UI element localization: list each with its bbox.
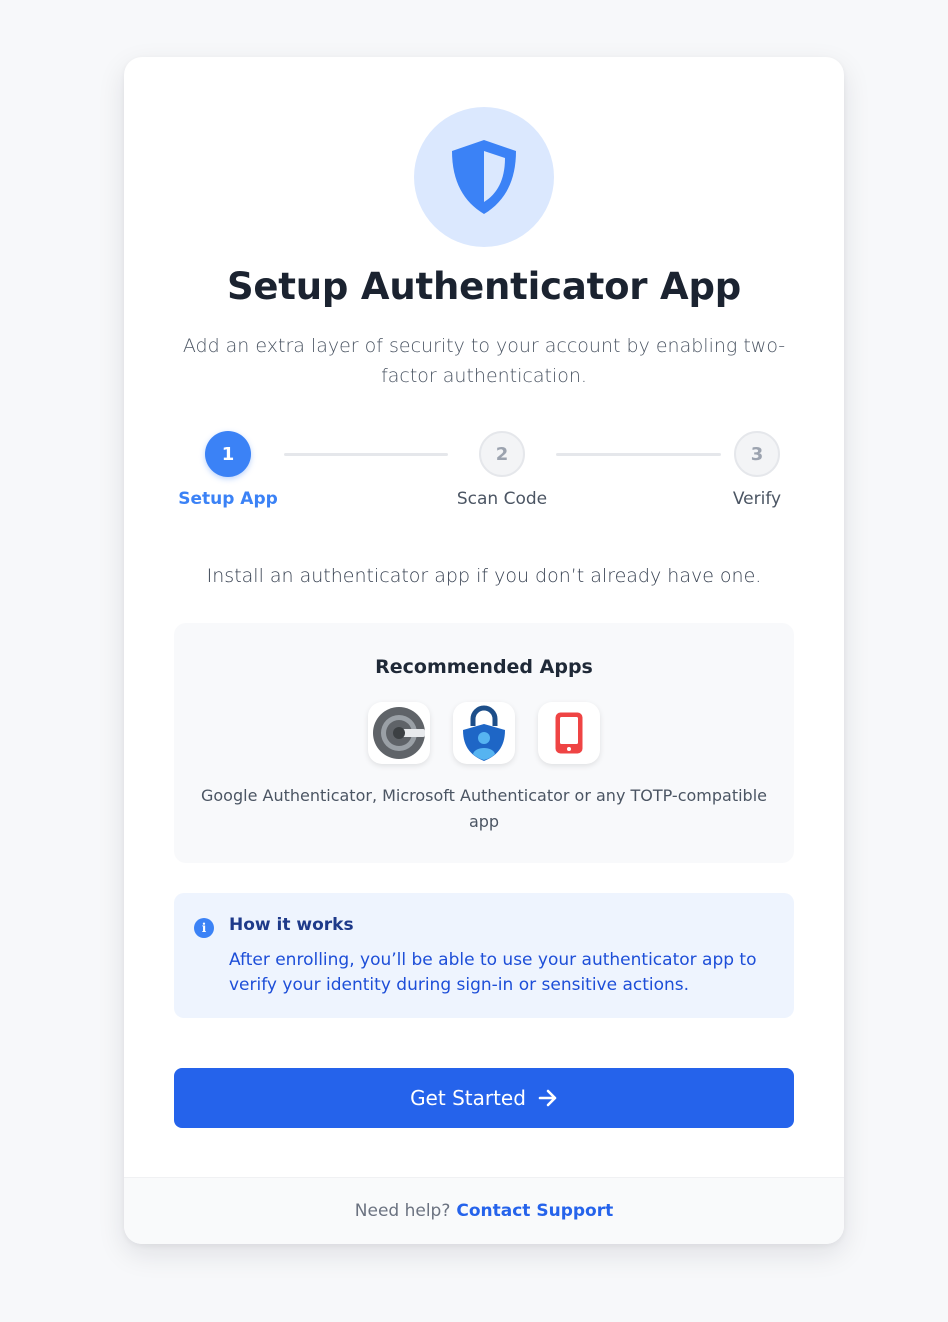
contact-support-link[interactable]: Contact Support <box>456 1201 613 1221</box>
microsoft-authenticator-icon <box>463 705 505 761</box>
info-icon: i <box>194 918 214 938</box>
info-title: How it works <box>229 915 354 935</box>
auth-setup-card: Setup Authenticator App Add an extra lay… <box>124 57 844 1244</box>
step-connector-1-2 <box>284 453 448 456</box>
shield-icon-badge <box>414 107 554 247</box>
step-label: Scan Code <box>456 489 548 509</box>
help-prompt: Need help? <box>354 1201 451 1221</box>
step-label: Verify <box>732 489 782 509</box>
info-text: After enrolling, you’ll be able to use y… <box>229 950 757 995</box>
arrow-right-icon <box>538 1089 558 1107</box>
step-number-badge: 2 <box>479 431 525 477</box>
card-footer: Need help? Contact Support <box>124 1177 844 1244</box>
step-verify: 3 Verify <box>697 431 817 509</box>
step-scan-code: 2 Scan Code <box>442 431 562 509</box>
instruction-text: Install an authenticator app if you don’… <box>206 565 762 587</box>
page-title: Setup Authenticator App <box>226 265 742 308</box>
step-number-badge: 1 <box>205 431 251 477</box>
recommended-apps-heading: Recommended Apps <box>375 656 593 678</box>
page-subtitle: Add an extra layer of security to your a… <box>182 335 786 387</box>
recommended-apps-caption: Google Authenticator, Microsoft Authenti… <box>200 786 767 831</box>
step-setup-app: 1 Setup App <box>168 431 288 509</box>
phone-app-tile <box>538 702 600 764</box>
google-authenticator-icon <box>373 707 425 759</box>
get-started-label: Get Started <box>410 1086 526 1110</box>
shield-icon <box>452 140 516 214</box>
google-authenticator-tile <box>368 702 430 764</box>
how-it-works-box: i How it works After enrolling, you’ll b… <box>174 893 794 1018</box>
recommended-apps-panel: Recommended Apps Google Authenticator, M… <box>174 623 794 863</box>
microsoft-authenticator-tile <box>453 702 515 764</box>
phone-icon <box>555 712 583 754</box>
step-label: Setup App <box>178 489 278 509</box>
get-started-button[interactable]: Get Started <box>174 1068 794 1128</box>
step-number-badge: 3 <box>734 431 780 477</box>
